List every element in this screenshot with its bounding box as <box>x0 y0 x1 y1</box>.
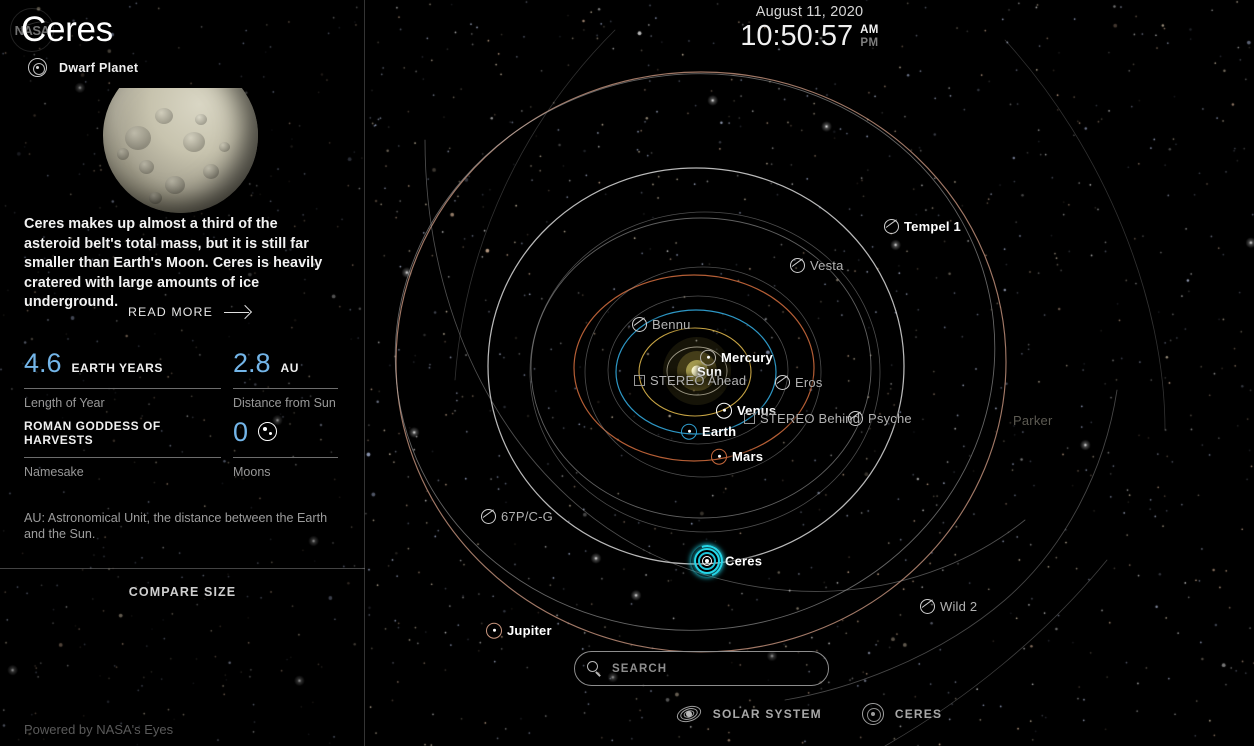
stat-caption-distance: Distance from Sun <box>233 396 336 410</box>
classification-row: Dwarf Planet <box>28 58 138 77</box>
object-label-text: Tempel 1 <box>904 219 961 235</box>
scene-object-bennu[interactable]: Bennu <box>632 316 691 333</box>
stat-value-distance: 2.8 <box>233 348 271 378</box>
planet-marker-icon <box>711 448 727 465</box>
object-label-text: Vesta <box>810 258 844 274</box>
search-input[interactable]: SEARCH <box>612 663 667 675</box>
stat-namesake: ROMAN GODDESS OF HARVESTS Namesake <box>24 419 221 479</box>
object-label-text: 67P/C-G <box>501 509 553 525</box>
scene-object-stereo-ahead[interactable]: STEREO Ahead <box>634 372 746 388</box>
ceres-craters <box>103 88 258 213</box>
toolbar-label-solar-system: SOLAR SYSTEM <box>712 707 822 721</box>
orbit-wild2 <box>784 389 1118 701</box>
scene-object-psyche[interactable]: Psyche <box>848 410 912 427</box>
object-marker-ring <box>481 509 496 525</box>
stat-rule <box>233 388 338 389</box>
bottom-toolbar[interactable]: SOLAR SYSTEM CERES <box>365 703 1254 725</box>
stat-value-length-of-year: 4.6 <box>24 348 62 378</box>
object-label-text: Eros <box>795 375 823 391</box>
object-label-text: STEREO Ahead <box>650 373 747 389</box>
stat-unit-length-of-year: EARTH YEARS <box>71 361 163 375</box>
object-label-text: Ceres <box>725 553 763 569</box>
object-label-text: Earth <box>702 423 737 439</box>
stat-caption-moons: Moons <box>233 465 271 479</box>
object-marker-ring <box>632 317 647 333</box>
stat-rule <box>233 457 338 458</box>
au-footnote: AU: Astronomical Unit, the distance betw… <box>24 511 328 541</box>
scene-object-jupiter[interactable]: Jupiter <box>486 622 552 639</box>
stat-length-of-year: 4.6 EARTH YEARS Length of Year <box>24 350 221 410</box>
object-marker-ring <box>884 219 899 235</box>
scene-object-eros[interactable]: Eros <box>775 374 823 391</box>
orbit-misc-2 <box>1004 39 1166 431</box>
scene-object-earth[interactable]: Earth <box>681 423 736 440</box>
orbit-misc-1 <box>454 29 616 381</box>
scene-object-mars[interactable]: Mars <box>711 448 763 465</box>
toolbar-item-ceres[interactable]: CERES <box>861 703 943 725</box>
object-label-text: STEREO Behind <box>760 411 861 427</box>
stat-unit-distance: AU <box>280 361 299 375</box>
arrow-right-icon <box>223 304 253 320</box>
scene-object-stereo-behind[interactable]: STEREO Behind <box>744 410 860 426</box>
planet-marker-icon <box>486 622 502 639</box>
stat-unit-namesake: ROMAN GODDESS OF HARVESTS <box>24 419 161 447</box>
object-label-text: Wild 2 <box>940 599 978 615</box>
scene-object-tempel-1[interactable]: Tempel 1 <box>884 218 961 235</box>
stat-caption-length-of-year: Length of Year <box>24 396 105 410</box>
read-more-label: READ MORE <box>128 305 213 319</box>
object-label-text: Bennu <box>652 317 691 333</box>
stat-rule <box>24 457 221 458</box>
ceres-image <box>103 88 258 213</box>
read-more-button[interactable]: READ MORE <box>128 304 253 320</box>
toolbar-label-ceres: CERES <box>894 707 943 721</box>
object-marker-ring <box>775 375 790 391</box>
spacecraft-marker-icon <box>634 375 645 387</box>
stat-value-moons: 0 <box>233 417 249 447</box>
moon-icon <box>258 422 278 441</box>
solar-system-icon <box>675 703 704 725</box>
classification-label: Dwarf Planet <box>59 60 139 75</box>
ceres-icon <box>861 703 884 725</box>
object-marker-ring <box>920 599 935 615</box>
spacecraft-marker-icon <box>744 413 755 425</box>
dwarf-planet-icon <box>28 58 47 77</box>
stat-distance-from-sun: 2.8 AU Distance from Sun <box>233 350 338 410</box>
planet-marker-icon <box>681 423 697 440</box>
object-marker-ring <box>848 411 863 427</box>
selected-object-reticle <box>685 539 729 583</box>
stat-caption-namesake: Namesake <box>24 465 84 479</box>
compare-size-button[interactable]: COMPARE SIZE <box>0 585 365 599</box>
object-marker-ring <box>790 258 805 274</box>
object-label-text: Mercury <box>721 349 773 365</box>
object-label-text: Psyche <box>868 411 912 427</box>
stat-moons: 0 Moons <box>233 419 338 479</box>
object-label-text: Mars <box>732 448 764 464</box>
body-description: Ceres makes up almost a third of the ast… <box>24 216 323 310</box>
toolbar-item-solar-system[interactable]: SOLAR SYSTEM <box>675 703 822 725</box>
scene-object-ceres[interactable]: Ceres <box>685 539 763 583</box>
page-title: Ceres <box>21 10 113 49</box>
sidebar-divider <box>0 568 365 569</box>
search-bar[interactable]: SEARCH <box>574 651 829 686</box>
planet-marker-icon <box>716 402 732 419</box>
ghost-label-parker: Parker <box>1013 413 1053 429</box>
search-icon <box>587 660 603 677</box>
scene-object-wild-2[interactable]: Wild 2 <box>920 598 978 615</box>
scene-object-67p-c-g[interactable]: 67P/C-G <box>481 508 553 525</box>
object-label-text: Jupiter <box>507 622 552 638</box>
scene-object-vesta[interactable]: Vesta <box>790 257 844 274</box>
stat-rule <box>24 388 221 389</box>
info-sidebar: NASA Ceres Dwarf Planet Ceres makes up a… <box>0 0 365 746</box>
powered-by-label: Powered by NASA's Eyes <box>24 722 174 737</box>
solar-system-viewport[interactable]: Parker Tempel 1 Vesta Bennu Mercury Sun STERE… <box>365 0 1254 746</box>
